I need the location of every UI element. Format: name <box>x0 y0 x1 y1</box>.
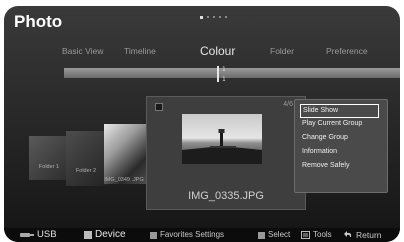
favorites-label: Favorites Settings <box>160 230 225 239</box>
page-dot-active <box>200 15 203 19</box>
select-button[interactable]: Select <box>258 228 290 242</box>
photo-browser-screen: Photo Basic View Timeline Colour Folder … <box>4 6 400 242</box>
photo-thumbnail-label: IMG_0349 .JPG <box>104 177 144 183</box>
tab-colour[interactable]: Colour <box>200 40 235 62</box>
tools-button[interactable]: Tools <box>301 228 332 242</box>
usb-icon <box>20 233 34 237</box>
folder-thumbnail-label: Folder 1 <box>38 164 60 170</box>
select-square-icon <box>258 231 265 239</box>
device-label: Device <box>95 229 126 240</box>
timeline-marker[interactable] <box>217 66 219 82</box>
view-tabs: Basic View Timeline Colour Folder Prefer… <box>4 40 400 62</box>
favorites-square-icon <box>150 231 157 239</box>
menu-item-slide-show[interactable]: Slide Show <box>300 104 379 118</box>
photo-thumbnail[interactable] <box>104 124 152 184</box>
preview-file-name: IMG_0335.JPG <box>188 190 264 202</box>
folder-thumbnail-2[interactable] <box>66 131 108 186</box>
return-label: Return <box>356 230 382 240</box>
bottom-button-bar: USB Device Favorites Settings Select Too… <box>4 228 400 242</box>
tab-timeline[interactable]: Timeline <box>124 40 156 62</box>
tools-label: Tools <box>313 230 332 239</box>
device-button[interactable]: Device <box>84 228 126 242</box>
page-indicator <box>200 15 227 19</box>
select-label: Select <box>268 230 291 239</box>
favorites-settings-button[interactable]: Favorites Settings <box>150 228 224 242</box>
timeline-marker-label-top: 1 <box>222 66 226 73</box>
tools-icon <box>301 231 310 239</box>
page-dot <box>225 16 227 18</box>
folder-thumbnail-label: Folder 2 <box>75 168 97 174</box>
photo-preview-panel[interactable]: 4/6 IMG_0335.JPG <box>146 96 306 210</box>
usb-label: USB <box>37 229 57 240</box>
page-dot <box>219 16 221 18</box>
tab-basic-view[interactable]: Basic View <box>62 40 103 62</box>
return-icon <box>344 231 352 237</box>
lighthouse-photo <box>182 129 262 164</box>
app-title: Photo <box>14 12 63 31</box>
folder-thumbnail-1[interactable] <box>29 136 70 180</box>
select-checkbox[interactable] <box>155 103 163 111</box>
return-button[interactable]: Return <box>344 228 382 242</box>
tab-folder[interactable]: Folder <box>270 40 294 62</box>
photo-counter: 4/6 <box>283 101 293 108</box>
tools-context-menu: Slide Show Play Current Group Change Gro… <box>294 99 388 193</box>
usb-button[interactable]: USB <box>20 228 57 242</box>
menu-item-remove-safely[interactable]: Remove Safely <box>300 160 349 172</box>
menu-item-change-group[interactable]: Change Group <box>300 132 348 144</box>
preview-image <box>182 114 262 164</box>
device-square-icon <box>84 231 92 239</box>
page-dot <box>207 16 209 18</box>
tab-preference[interactable]: Preference <box>326 40 368 62</box>
timeline-bar[interactable] <box>64 68 400 78</box>
timeline-marker-label-bottom: 1 <box>222 76 226 83</box>
menu-item-play-current-group[interactable]: Play Current Group <box>300 118 362 130</box>
page-dot <box>213 16 215 18</box>
menu-item-information[interactable]: Information <box>300 146 337 158</box>
